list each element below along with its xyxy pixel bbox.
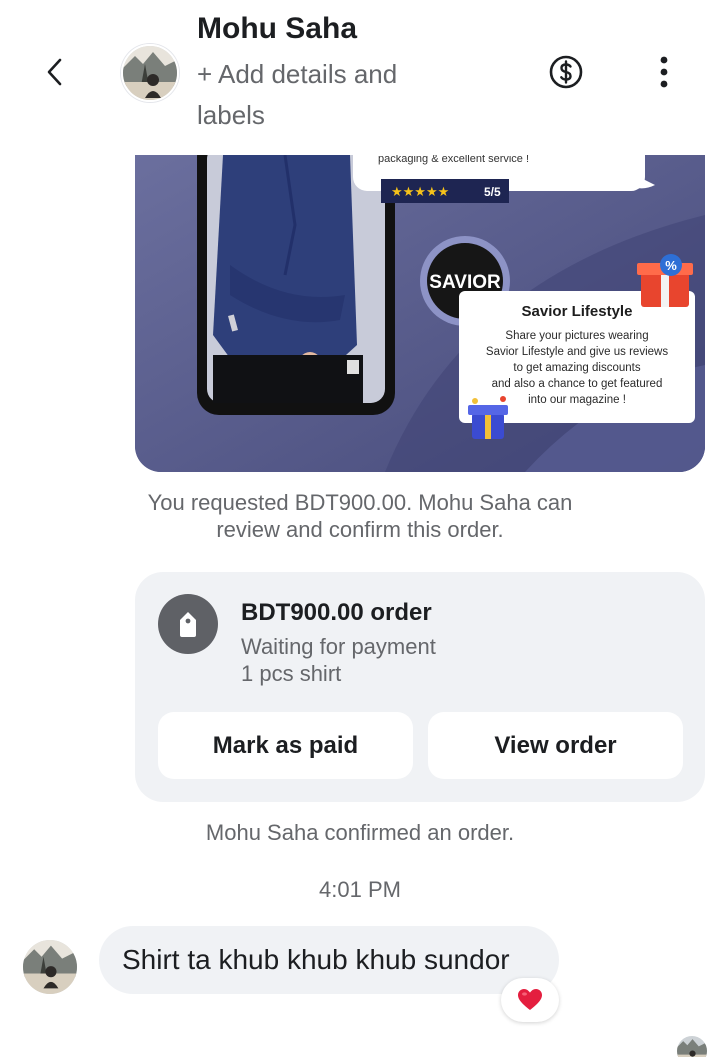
promo-line: into our magazine ! xyxy=(528,394,626,406)
order-card[interactable]: BDT900.00 order Waiting for payment 1 pc… xyxy=(135,572,705,802)
contact-avatar[interactable] xyxy=(121,44,179,102)
sender-avatar[interactable] xyxy=(23,940,77,994)
brand-logo: SAVIOR xyxy=(429,272,501,293)
gift-badge: % xyxy=(665,258,677,273)
order-request-note-line1: You requested BDT900.00. Mohu Saha can xyxy=(147,490,573,515)
message-reaction[interactable] xyxy=(501,978,559,1022)
dollar-circle-icon xyxy=(549,55,583,89)
avatar-photo xyxy=(23,940,77,994)
review-text: packaging & excellent service ! xyxy=(378,155,529,165)
message-bubble[interactable]: Shirt ta khub khub khub sundor xyxy=(99,926,559,994)
order-items: 1 pcs shirt xyxy=(241,661,342,686)
order-request-note-line2: review and confirm this order. xyxy=(216,517,504,542)
mark-as-paid-button[interactable]: Mark as paid xyxy=(158,712,413,779)
more-options-button[interactable] xyxy=(650,52,678,92)
order-icon-badge xyxy=(158,594,218,654)
add-details-link[interactable]: + Add details and labels xyxy=(197,54,457,136)
product-image-message[interactable]: packaging & excellent service ! ★★★★★ 5/… xyxy=(135,155,705,472)
message-text: Shirt ta khub khub khub sundor xyxy=(122,944,510,975)
product-promo-image: packaging & excellent service ! ★★★★★ 5/… xyxy=(135,155,705,472)
promo-line: and also a chance to get featured xyxy=(492,378,663,390)
message-timestamp: 4:01 PM xyxy=(319,877,401,902)
rating-stars: ★★★★★ xyxy=(391,185,449,200)
read-receipt-avatar xyxy=(677,1036,707,1057)
avatar-photo xyxy=(123,46,177,100)
promo-line: Share your pictures wearing xyxy=(505,330,648,342)
brand-title: Savior Lifestyle xyxy=(522,303,633,320)
promo-line: Savior Lifestyle and give us reviews xyxy=(486,346,668,358)
chat-header: Mohu Saha + Add details and labels xyxy=(0,0,720,155)
payment-button[interactable] xyxy=(548,54,584,90)
order-title: BDT900.00 order xyxy=(241,599,432,626)
view-order-button[interactable]: View order xyxy=(428,712,683,779)
more-vertical-icon xyxy=(660,56,668,88)
order-confirmed-note: Mohu Saha confirmed an order. xyxy=(205,820,515,845)
back-button[interactable] xyxy=(36,52,76,92)
heart-icon xyxy=(518,989,542,1010)
tag-icon xyxy=(180,612,196,637)
avatar-photo xyxy=(677,1036,707,1057)
contact-name[interactable]: Mohu Saha xyxy=(197,12,357,46)
promo-line: to get amazing discounts xyxy=(513,362,640,374)
order-status: Waiting for payment xyxy=(241,634,436,659)
chevron-left-icon xyxy=(47,58,62,86)
rating-score: 5/5 xyxy=(484,185,501,199)
